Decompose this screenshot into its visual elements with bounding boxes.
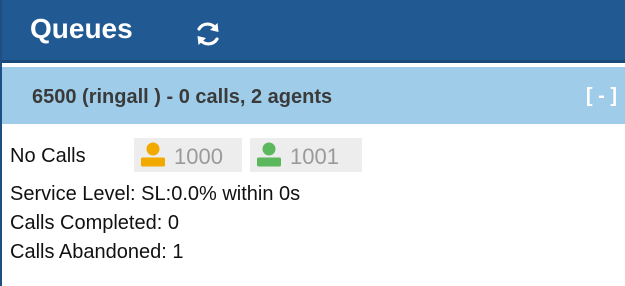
agent-1001[interactable]: 1001 bbox=[250, 138, 362, 172]
service-level: Service Level: SL:0.0% within 0s bbox=[10, 183, 301, 205]
queue-details: No Calls 1000 1001 Service Level: SL:0.0… bbox=[10, 136, 615, 267]
agent-1000[interactable]: 1000 bbox=[134, 138, 242, 172]
refresh-icon[interactable] bbox=[193, 19, 223, 49]
queues-widget: Queues 6500 (ringall ) - 0 calls, 2 agen… bbox=[0, 0, 625, 286]
queue-header-bar: 6500 (ringall ) - 0 calls, 2 agents [ - … bbox=[2, 67, 625, 124]
page-title: Queues bbox=[30, 13, 133, 44]
calls-status: No Calls bbox=[10, 145, 86, 167]
queue-status-row: No Calls 1000 1001 bbox=[10, 136, 615, 180]
queues-header: Queues bbox=[2, 0, 625, 63]
user-icon bbox=[141, 142, 165, 167]
agent-extension: 1000 bbox=[174, 144, 223, 169]
collapse-toggle[interactable]: [ - ] bbox=[586, 84, 617, 108]
user-icon bbox=[257, 142, 281, 167]
queue-summary: 6500 (ringall ) - 0 calls, 2 agents bbox=[32, 86, 333, 108]
calls-abandoned: Calls Abandoned: 1 bbox=[10, 241, 184, 263]
calls-completed: Calls Completed: 0 bbox=[10, 212, 179, 234]
agent-extension: 1001 bbox=[290, 144, 339, 169]
